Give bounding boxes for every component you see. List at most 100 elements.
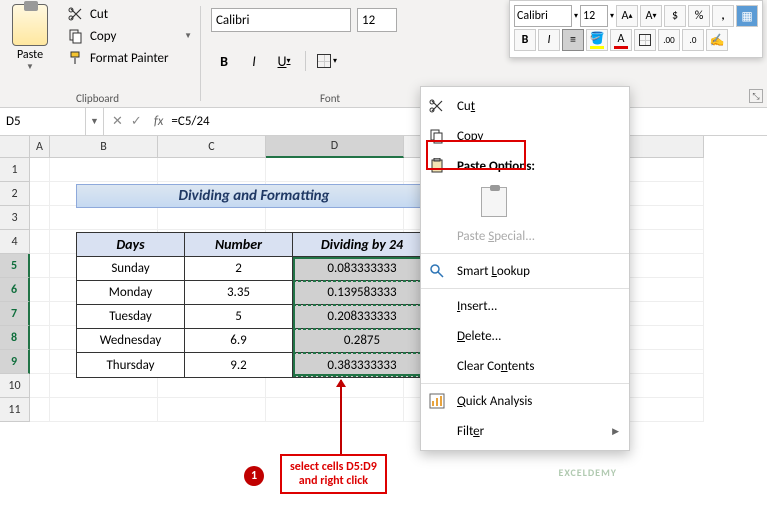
- bold-button[interactable]: B: [514, 29, 536, 51]
- quick-analysis-icon: [427, 391, 447, 411]
- ctx-smart-lookup[interactable]: Smart Lookup: [421, 256, 629, 286]
- row-header[interactable]: 2: [0, 182, 30, 206]
- mini-font-select[interactable]: [514, 5, 572, 27]
- table-cell[interactable]: 2: [185, 257, 293, 281]
- row-header[interactable]: 7: [0, 302, 30, 326]
- col-header[interactable]: D: [266, 136, 404, 158]
- ctx-paste-options-label: Paste Options:: [421, 151, 629, 181]
- borders-button[interactable]: [634, 29, 656, 51]
- row-header[interactable]: 3: [0, 206, 30, 230]
- col-header[interactable]: B: [50, 136, 158, 158]
- decrease-font-button[interactable]: A▾: [640, 5, 662, 27]
- table-cell[interactable]: 6.9: [185, 329, 293, 353]
- row-header[interactable]: 9: [0, 350, 30, 374]
- chevron-down-icon: ▼: [26, 62, 34, 72]
- row-header[interactable]: 1: [0, 158, 30, 182]
- table-header[interactable]: Number: [185, 233, 293, 257]
- table-cell[interactable]: 9.2: [185, 353, 293, 377]
- borders-button[interactable]: ▾: [314, 48, 340, 74]
- mini-size-select[interactable]: [580, 5, 608, 27]
- table-cell[interactable]: 0.083333333: [293, 257, 431, 281]
- ctx-copy[interactable]: Copy: [421, 121, 629, 151]
- row-header[interactable]: 4: [0, 230, 30, 254]
- row-header[interactable]: 5: [0, 254, 30, 278]
- font-color-button[interactable]: A: [610, 29, 632, 51]
- row-header[interactable]: 6: [0, 278, 30, 302]
- annotation-callout-1: select cells D5:D9 and right click: [280, 454, 387, 494]
- decrease-decimal-button[interactable]: .0: [682, 29, 704, 51]
- format-painter-button[interactable]: Format Painter: [68, 50, 192, 66]
- table-header[interactable]: Days: [77, 233, 185, 257]
- table-cell[interactable]: Thursday: [77, 353, 185, 377]
- formula-bar: ▼ ✕ ✓ fx: [0, 108, 767, 136]
- col-header[interactable]: C: [158, 136, 266, 158]
- fx-icon[interactable]: fx: [150, 114, 168, 129]
- table-cell[interactable]: Monday: [77, 281, 185, 305]
- table-cell[interactable]: Tuesday: [77, 305, 185, 329]
- row-header[interactable]: 11: [0, 398, 30, 422]
- underline-button[interactable]: U▾: [271, 48, 297, 74]
- copy-icon: [427, 126, 447, 146]
- bold-button[interactable]: B: [211, 48, 237, 74]
- row-header[interactable]: 8: [0, 326, 30, 350]
- center-align-button[interactable]: ≡: [562, 29, 584, 51]
- data-table: Days Number Dividing by 24 Sunday 2 0.08…: [76, 232, 432, 378]
- annotation-arrow: [340, 380, 342, 454]
- italic-button[interactable]: I: [241, 48, 267, 74]
- ctx-clear[interactable]: Clear Contents: [421, 351, 629, 381]
- cancel-formula-button[interactable]: ✕: [112, 114, 123, 129]
- title-cell[interactable]: Dividing and Formatting: [76, 184, 432, 208]
- font-family-select[interactable]: [211, 8, 351, 32]
- chevron-down-icon: ▼: [184, 31, 192, 41]
- table-cell[interactable]: 3.35: [185, 281, 293, 305]
- watermark: EXCELDEMY: [558, 466, 617, 479]
- copy-button[interactable]: Copy ▼: [68, 28, 192, 44]
- conditional-format-button[interactable]: ▦: [736, 5, 758, 27]
- scissors-icon: [427, 96, 447, 116]
- ctx-quick-analysis[interactable]: Quick Analysis: [421, 386, 629, 416]
- col-header[interactable]: A: [30, 136, 50, 158]
- percent-format-button[interactable]: %: [688, 5, 710, 27]
- format-painter-button[interactable]: ✍: [706, 29, 728, 51]
- ctx-filter[interactable]: Filter ▶: [421, 416, 629, 446]
- select-all-corner[interactable]: [0, 136, 30, 158]
- ctx-delete[interactable]: Delete...: [421, 321, 629, 351]
- font-dialog-launcher[interactable]: ⤡: [749, 89, 763, 103]
- paste-option-button[interactable]: [481, 187, 507, 217]
- table-cell[interactable]: 0.2875: [293, 329, 431, 353]
- table-cell[interactable]: 0.139583333: [293, 281, 431, 305]
- format-painter-label: Format Painter: [90, 51, 169, 66]
- ctx-insert[interactable]: Insert...: [421, 291, 629, 321]
- row-header[interactable]: 10: [0, 374, 30, 398]
- context-menu: Cut Copy Paste Options: Paste Special...…: [420, 86, 630, 451]
- name-box-dropdown[interactable]: ▼: [86, 108, 104, 135]
- accounting-format-button[interactable]: $: [664, 5, 686, 27]
- paintbrush-icon: [68, 50, 84, 66]
- table-cell[interactable]: Sunday: [77, 257, 185, 281]
- table-cell[interactable]: 5: [185, 305, 293, 329]
- mini-toolbar: ▾ ▾ A▴ A▾ $ % , ▦ B I ≡ 🪣 A .00 .0 ✍: [509, 0, 763, 58]
- annotation-badge-1: 1: [244, 466, 264, 486]
- table-cell[interactable]: 0.208333333: [293, 305, 431, 329]
- ctx-cut[interactable]: Cut: [421, 91, 629, 121]
- paste-dropdown[interactable]: Paste ▼: [0, 0, 60, 107]
- enter-formula-button[interactable]: ✓: [131, 114, 142, 129]
- comma-format-button[interactable]: ,: [712, 5, 734, 27]
- cut-button[interactable]: Cut: [68, 6, 192, 22]
- fill-color-button[interactable]: 🪣: [586, 29, 608, 51]
- ctx-paste-special: Paste Special...: [421, 221, 629, 251]
- table-header[interactable]: Dividing by 24: [293, 233, 431, 257]
- font-size-select[interactable]: [357, 8, 397, 32]
- clipboard-group-label: Clipboard: [76, 92, 119, 105]
- table-cell[interactable]: 0.383333333: [293, 353, 431, 377]
- clipboard-icon: [12, 4, 48, 46]
- italic-button[interactable]: I: [538, 29, 560, 51]
- increase-decimal-button[interactable]: .00: [658, 29, 680, 51]
- clipboard-icon: [427, 156, 447, 176]
- search-icon: [427, 261, 447, 281]
- name-box[interactable]: [0, 108, 86, 135]
- scissors-icon: [68, 6, 84, 22]
- increase-font-button[interactable]: A▴: [616, 5, 638, 27]
- paste-label: Paste: [17, 48, 43, 62]
- table-cell[interactable]: Wednesday: [77, 329, 185, 353]
